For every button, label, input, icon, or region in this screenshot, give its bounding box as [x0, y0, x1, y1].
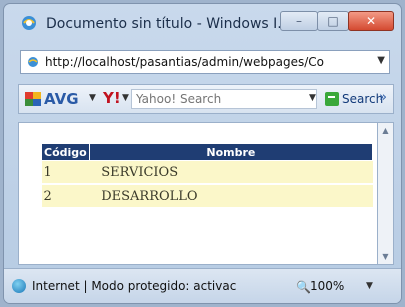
vertical-scrollbar[interactable]: ▲ ▼ — [378, 122, 394, 265]
column-header-name: Nombre — [88, 143, 374, 161]
zoom-level[interactable]: 100% — [310, 279, 344, 293]
avg-label[interactable]: AVG — [44, 90, 79, 108]
url-text[interactable]: http://localhost/pasantias/admin/webpage… — [45, 55, 367, 69]
status-text: Internet | Modo protegido: activac — [32, 279, 237, 293]
avg-toolbar: AVG ▼ Y! ▼ ▼ Search » — [18, 84, 394, 114]
address-dropdown-icon[interactable]: ▼ — [377, 55, 385, 66]
cell-name: DESARROLLO — [89, 184, 373, 209]
table-row: 1 SERVICIOS — [41, 160, 373, 185]
search-dropdown-icon[interactable]: ▼ — [309, 93, 316, 103]
zoom-icon[interactable]: 🔍 — [296, 280, 311, 294]
address-bar[interactable]: http://localhost/pasantias/admin/webpage… — [20, 50, 390, 74]
page-icon — [28, 57, 38, 67]
search-input[interactable] — [131, 89, 317, 109]
avg-logo[interactable] — [25, 92, 41, 106]
avg-dropdown-icon[interactable]: ▼ — [89, 93, 96, 103]
close-icon: ✕ — [365, 14, 377, 28]
table-header-row: Código Nombre — [41, 143, 374, 161]
cell-code: 1 — [41, 160, 90, 185]
more-chevron-icon[interactable]: » — [379, 90, 387, 105]
yahoo-dropdown-icon[interactable]: ▼ — [122, 93, 129, 103]
search-label: Search — [342, 92, 384, 106]
scroll-up-icon[interactable]: ▲ — [378, 126, 393, 135]
scroll-down-icon[interactable]: ▼ — [378, 252, 393, 261]
window-title: Documento sin título - Windows I... — [46, 16, 291, 32]
title-bar[interactable]: Documento sin título - Windows I... – □ … — [4, 4, 401, 42]
close-button[interactable]: ✕ — [348, 11, 394, 31]
data-table: Código Nombre 1 SERVICIOS 2 DESARROLLO — [41, 143, 374, 209]
globe-icon — [12, 279, 26, 293]
search-button[interactable]: Search — [325, 89, 383, 109]
minimize-icon: – — [296, 14, 302, 28]
maximize-icon: □ — [327, 14, 339, 28]
status-bar: Internet | Modo protegido: activac 🔍 100… — [4, 268, 401, 303]
browser-window: Documento sin título - Windows I... – □ … — [3, 3, 402, 304]
maximize-button[interactable]: □ — [317, 11, 349, 31]
search-icon — [325, 92, 339, 106]
cell-code: 2 — [41, 184, 90, 209]
page-content: Código Nombre 1 SERVICIOS 2 DESARROLLO — [18, 122, 378, 265]
ie-icon — [22, 16, 36, 30]
table-row: 2 DESARROLLO — [41, 184, 373, 209]
cell-name: SERVICIOS — [89, 160, 373, 185]
column-header-code: Código — [41, 143, 90, 161]
minimize-button[interactable]: – — [280, 11, 318, 31]
zoom-dropdown-icon[interactable]: ▼ — [366, 281, 373, 291]
yahoo-icon[interactable]: Y! — [103, 89, 121, 107]
